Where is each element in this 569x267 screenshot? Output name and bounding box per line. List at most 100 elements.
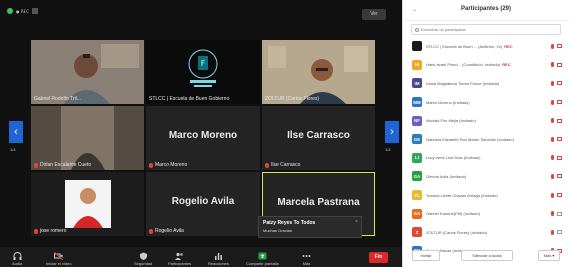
participant-row[interactable]: MM Marco Moreno (Invitado) — [403, 93, 569, 112]
tile-name: STLCC | Escuela de Buen Gobierno — [149, 96, 230, 102]
camera-off-icon[interactable] — [557, 193, 562, 198]
info-text: ● REC — [16, 8, 29, 14]
more-icon — [302, 255, 311, 257]
participant-name-text: ZOLTUR (Carlos Flores) (Invitado) — [426, 229, 488, 235]
participant-status-icons — [551, 43, 562, 49]
video-tile-marco[interactable]: Marco Moreno Marco Moreno — [146, 106, 260, 170]
participant-row[interactable]: NF Nuvilad Flor Mejia (Invitado) — [403, 111, 569, 130]
camera-off-icon[interactable] — [557, 211, 562, 216]
more-label: Más — [302, 261, 311, 266]
share-screen-button[interactable]: Compartir pantalla — [246, 252, 279, 266]
video-tile-dirlan[interactable]: Dirlan Escalante Cueto — [31, 106, 144, 170]
mic-off-icon[interactable] — [551, 80, 554, 86]
participants-label: Participantes — [168, 261, 192, 266]
search-input[interactable] — [421, 27, 551, 32]
video-tile-zoltur[interactable]: ZOLTUR (Carlos Flores) — [262, 40, 375, 104]
participant-row[interactable]: LI Lucy Irene Leal Díaz (Invitado) — [403, 149, 569, 168]
security-label: Seguridad — [134, 261, 153, 266]
next-page-arrow[interactable]: › — [385, 121, 399, 143]
more-button[interactable]: Más — [302, 252, 311, 266]
camera-off-icon[interactable] — [557, 118, 562, 123]
share-screen-label: Compartir pantalla — [246, 261, 279, 266]
tile-name: jose romero — [34, 228, 66, 234]
audio-label: Audio — [12, 261, 23, 266]
mic-off-icon[interactable] — [551, 118, 554, 124]
camera-off-icon[interactable] — [557, 174, 562, 179]
camera-off-icon[interactable] — [557, 100, 562, 105]
mic-off-icon[interactable] — [551, 99, 554, 105]
mute-all-button[interactable]: Silenciar a todos — [461, 250, 513, 261]
invite-button[interactable]: Invitar — [412, 250, 440, 261]
camera-off-icon[interactable] — [557, 230, 562, 235]
avatar: LI — [412, 152, 422, 163]
mic-off-icon[interactable] — [551, 229, 554, 235]
participant-row[interactable]: IM Irania Magdalena Torres Ponce (Invitad… — [403, 74, 569, 93]
participant-row[interactable]: STLCC | Escuela de Buen ... (Anfitrión, … — [403, 37, 569, 56]
mic-off-icon[interactable] — [551, 192, 554, 198]
participant-row[interactable]: GE Gabriela Elizabeth San Martín Sanchez … — [403, 130, 569, 149]
audio-button[interactable]: Audio — [12, 252, 22, 266]
participant-name: Hans Israel Pined... (Coanfitrión, Invit… — [426, 62, 541, 67]
reactions-label: Reacciones — [208, 261, 229, 266]
start-video-button[interactable]: Iniciar el video — [46, 252, 72, 266]
prev-page-arrow[interactable]: ‹ — [9, 121, 23, 143]
participant-row[interactable]: Z ZOLTUR (Carlos Flores) (Invitado) — [403, 223, 569, 242]
participants-panel: ⌄ Participantes (29) STLCC | Escuela de … — [402, 0, 569, 267]
chat-message: Muchas Gracias — [263, 228, 292, 233]
video-tile-stlcc[interactable]: F STLCC | Escuela de Buen Gobierno — [146, 40, 260, 104]
mic-off-icon[interactable] — [551, 173, 554, 179]
participant-name-text: Hans Israel Pined... (Coanfitrión, Invit… — [426, 62, 501, 68]
person-video-icon — [31, 172, 144, 236]
mic-off-icon[interactable] — [551, 62, 554, 68]
camera-off-icon[interactable] — [557, 81, 562, 86]
participant-name: Gabriela Elizabeth San Martín Sanchez (I… — [426, 137, 541, 142]
participant-row[interactable]: GA Gabriel Kanune(FM) (Invitado) — [403, 204, 569, 223]
view-button[interactable]: Ver — [362, 9, 386, 20]
meeting-info-badge[interactable]: ● REC — [7, 8, 38, 14]
panel-title: Participantes (29) — [460, 6, 512, 12]
participant-name-text: Yoanna Lizeth Chapas Arriaga (Invitado) — [426, 192, 498, 198]
participant-status-icons — [551, 80, 562, 86]
video-tile-rogelio[interactable]: Rogelio Avila Rogelio Avila — [146, 172, 260, 236]
video-tile-jose[interactable]: jose romero — [31, 172, 144, 236]
video-tile-gabriel[interactable]: Gabriel Rodolfo Tril... — [31, 40, 144, 104]
camera-off-icon[interactable] — [557, 155, 562, 160]
participant-name-text: Marco Moreno (Invitado) — [426, 99, 470, 105]
mic-off-icon[interactable] — [551, 43, 554, 49]
participant-name: ZOLTUR (Carlos Flores) (Invitado) — [426, 230, 541, 235]
participant-name: Yoanna Lizeth Chapas Arriaga (Invitado) — [426, 193, 541, 198]
more-options-button[interactable]: Más ▾ — [538, 250, 560, 261]
person-video-icon — [31, 40, 144, 104]
tile-name: Gabriel Rodolfo Tril... — [34, 96, 81, 102]
mic-off-icon[interactable] — [551, 211, 554, 217]
avatar: MM — [412, 97, 422, 108]
video-tile-ilse[interactable]: Ilse Carrasco Ilse Carrasco — [262, 106, 375, 170]
reactions-button[interactable]: Reacciones — [208, 252, 229, 266]
mic-off-icon[interactable] — [551, 136, 554, 142]
svg-text:F: F — [201, 59, 206, 68]
chat-notification[interactable]: Patzy Reyes To Todos Muchas Gracias × — [258, 216, 362, 238]
tile-name: Marco Moreno — [149, 162, 187, 168]
reactions-icon — [214, 253, 222, 260]
participants-button[interactable]: Participantes — [168, 252, 191, 266]
participant-search[interactable] — [411, 24, 561, 35]
camera-off-icon — [54, 252, 64, 260]
camera-off-icon[interactable] — [557, 137, 562, 142]
page-indicator-left: 1/4 — [10, 147, 16, 152]
camera-off-icon[interactable] — [557, 44, 562, 49]
security-button[interactable]: Seguridad — [134, 252, 152, 266]
participant-name: Marco Moreno (Invitado) — [426, 100, 541, 105]
participant-row[interactable]: GA Glenda Avila (Invitado) — [403, 167, 569, 186]
participant-row[interactable]: YL Yoanna Lizeth Chapas Arriaga (Invitado… — [403, 186, 569, 205]
tile-name: Ilse Carrasco — [265, 162, 300, 168]
mic-off-icon[interactable] — [551, 155, 554, 161]
close-icon[interactable]: × — [355, 219, 358, 225]
participant-big-name: Marco Moreno — [168, 130, 238, 142]
participant-name-text: Lucy Irene Leal Díaz (Invitado) — [426, 155, 481, 161]
participant-name-text: Gabriel Kanune(FM) (Invitado) — [426, 211, 481, 217]
participant-name-text: Irania Magdalena Torres Ponce (Invitado) — [426, 80, 500, 86]
end-meeting-button[interactable]: Fin — [369, 252, 388, 263]
camera-off-icon[interactable] — [557, 62, 562, 67]
participant-row[interactable]: HI Hans Israel Pined... (Coanfitrión, Inv… — [403, 56, 569, 75]
shield-status-icon — [7, 8, 13, 14]
